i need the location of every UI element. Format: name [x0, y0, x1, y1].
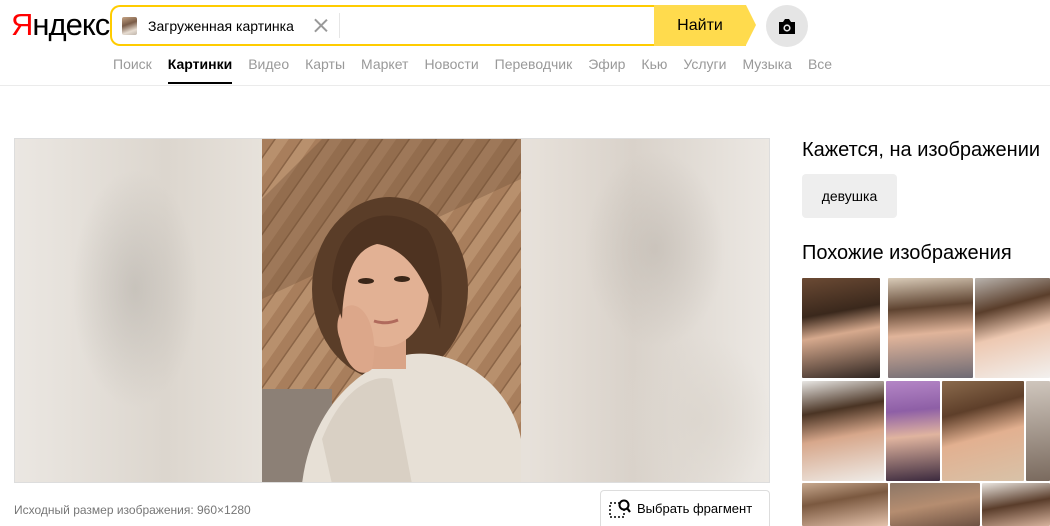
nav-item-video[interactable]: Видео: [248, 56, 289, 84]
nav-item-images[interactable]: Картинки: [167, 56, 233, 84]
nav-item-maps[interactable]: Карты: [305, 56, 345, 84]
find-button[interactable]: Найти: [654, 5, 756, 46]
logo-rest: ндекс: [32, 7, 110, 42]
tag-button[interactable]: девушка: [802, 174, 897, 218]
uploaded-photo[interactable]: [262, 139, 521, 482]
uploaded-image-label: Загруженная картинка: [148, 17, 294, 34]
nav-item-efir[interactable]: Эфир: [588, 56, 625, 84]
nav-item-search[interactable]: Поиск: [113, 56, 152, 84]
similar-image-thumbnail[interactable]: [888, 278, 973, 378]
crop-search-icon: [609, 499, 631, 518]
similar-image-thumbnail[interactable]: [802, 381, 884, 481]
similar-heading: Похожие изображения: [802, 242, 1012, 264]
uploaded-image-thumbnail: [122, 16, 137, 35]
original-size-label: Исходный размер изображения: 960×1280: [14, 503, 251, 517]
similar-image-thumbnail[interactable]: [890, 483, 980, 526]
close-icon[interactable]: [313, 17, 329, 33]
header-divider: [0, 85, 1050, 86]
nav-item-market[interactable]: Маркет: [361, 56, 408, 84]
camera-search-button[interactable]: [766, 5, 808, 47]
similar-image-thumbnail[interactable]: [1026, 381, 1050, 481]
similar-image-thumbnail[interactable]: [942, 381, 1024, 481]
seems-heading: Кажется, на изображении: [802, 139, 1041, 161]
uploaded-image-chip[interactable]: Загруженная картинка: [118, 13, 340, 38]
yandex-logo[interactable]: Яндекс: [11, 7, 110, 42]
portrait-illustration: [262, 139, 521, 482]
similar-image-thumbnail[interactable]: [802, 278, 880, 378]
service-nav: Поиск Картинки Видео Карты Маркет Новост…: [113, 56, 848, 86]
nav-item-translator[interactable]: Переводчик: [495, 56, 573, 84]
search-input[interactable]: [344, 11, 644, 40]
nav-item-music[interactable]: Музыка: [742, 56, 792, 84]
nav-item-all[interactable]: Все: [808, 56, 832, 84]
search-bar: Загруженная картинка Найти: [110, 5, 756, 46]
similar-image-thumbnail[interactable]: [886, 381, 940, 481]
select-fragment-label: Выбрать фрагмент: [637, 501, 753, 516]
search-box: Загруженная картинка: [110, 5, 656, 46]
similar-image-thumbnail[interactable]: [802, 483, 888, 526]
nav-item-q[interactable]: Кью: [641, 56, 667, 84]
select-fragment-button[interactable]: Выбрать фрагмент: [600, 490, 770, 526]
camera-icon: [779, 18, 795, 34]
nav-item-news[interactable]: Новости: [424, 56, 478, 84]
image-viewer: [14, 138, 770, 483]
similar-image-thumbnail[interactable]: [982, 483, 1050, 526]
nav-item-services[interactable]: Услуги: [683, 56, 726, 84]
logo-first-letter: Я: [11, 7, 33, 42]
similar-image-thumbnail[interactable]: [975, 278, 1050, 378]
